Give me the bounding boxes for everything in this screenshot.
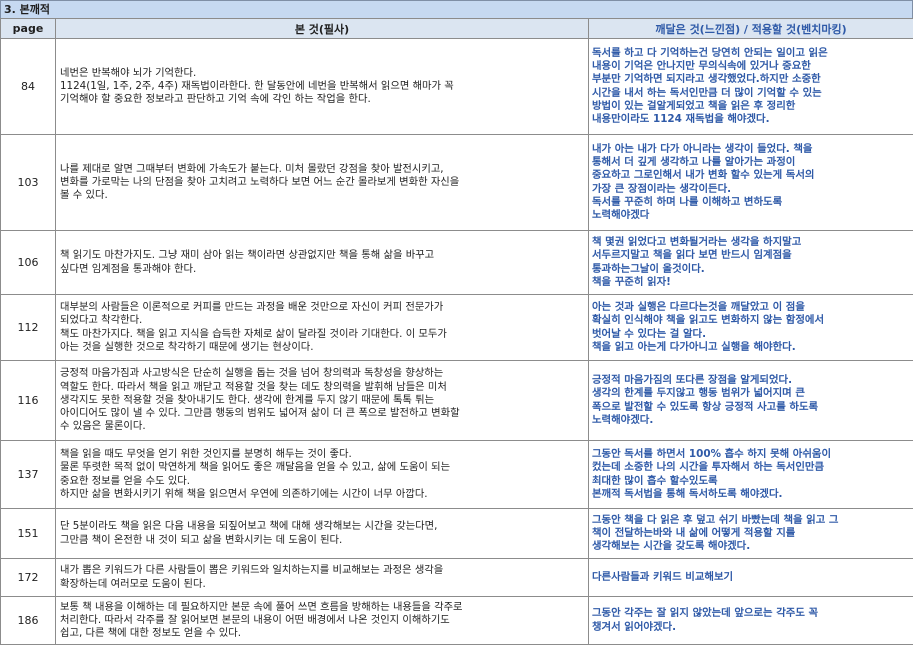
notes-table: page 본 것(필사) 깨달은 것(느낀점) / 적용할 것(벤치마킹) 84… xyxy=(0,18,913,645)
quote-text: 네번은 반복해야 뇌가 기억한다. 1124(1일, 1주, 2주, 4주) 재… xyxy=(55,38,589,135)
table-row: 151 단 5분이라도 책을 읽은 다음 내용을 되짚어보고 책에 대해 생각해… xyxy=(0,508,913,559)
table-row: 172 내가 뽑은 키워드가 다른 사람들이 뽑은 키워드와 일치하는지를 비교… xyxy=(0,558,913,597)
page-number: 151 xyxy=(0,508,56,559)
reflection-text: 독서를 하고 다 기억하는건 당연히 안되는 일이고 읽은 내용이 기억은 안나… xyxy=(588,38,913,135)
reflection-text: 내가 아는 내가 다가 아니라는 생각이 들었다. 책을 통해서 더 깊게 생각… xyxy=(588,134,913,231)
quote-text: 보통 책 내용을 이해하는 데 필요하지만 본문 속에 풀어 쓰면 흐름을 방해… xyxy=(55,596,589,645)
table-row: 103 나를 제대로 알면 그때부터 변화에 가속도가 붙는다. 미처 몰랐던 … xyxy=(0,134,913,231)
table-row: 106 책 읽기도 마찬가지도. 그냥 재미 삼아 읽는 책이라면 상관없지만 … xyxy=(0,230,913,295)
page-number: 186 xyxy=(0,596,56,645)
table-row: 84 네번은 반복해야 뇌가 기억한다. 1124(1일, 1주, 2주, 4주… xyxy=(0,38,913,135)
header-quote: 본 것(필사) xyxy=(55,18,589,39)
page-number: 112 xyxy=(0,294,56,361)
reflection-text: 그동안 책을 다 읽은 후 덮고 쉬기 바빴는데 책을 읽고 그 책이 전달하는… xyxy=(588,508,913,559)
page-number: 137 xyxy=(0,440,56,509)
table-row: 137 책을 읽을 때도 무엇을 얻기 위한 것인지를 분명히 해두는 것이 좋… xyxy=(0,440,913,509)
page-number: 116 xyxy=(0,360,56,441)
section-title: 3. 본깨적 xyxy=(0,0,913,18)
reflection-text: 그동안 각주는 잘 읽지 않았는데 앞으로는 각주도 꼭 챙겨서 읽어야겠다. xyxy=(588,596,913,645)
reflection-text: 다른사람들과 키워드 비교해보기 xyxy=(588,558,913,597)
reading-notes-sheet: 3. 본깨적 page 본 것(필사) 깨달은 것(느낀점) / 적용할 것(벤… xyxy=(0,0,913,646)
table-row: 112 대부분의 사람들은 이론적으로 커피를 만드는 과정을 배운 것만으로 … xyxy=(0,294,913,361)
table-row: 116 긍정적 마음가짐과 사고방식은 단순히 실행을 돕는 것을 넘어 창의력… xyxy=(0,360,913,441)
quote-text: 대부분의 사람들은 이론적으로 커피를 만드는 과정을 배운 것만으로 자신이 … xyxy=(55,294,589,361)
quote-text: 단 5분이라도 책을 읽은 다음 내용을 되짚어보고 책에 대해 생각해보는 시… xyxy=(55,508,589,559)
table-row: 186 보통 책 내용을 이해하는 데 필요하지만 본문 속에 풀어 쓰면 흐름… xyxy=(0,596,913,645)
header-row: page 본 것(필사) 깨달은 것(느낀점) / 적용할 것(벤치마킹) xyxy=(0,18,913,39)
quote-text: 내가 뽑은 키워드가 다른 사람들이 뽑은 키워드와 일치하는지를 비교해보는 … xyxy=(55,558,589,597)
header-page: page xyxy=(0,18,56,39)
quote-text: 긍정적 마음가짐과 사고방식은 단순히 실행을 돕는 것을 넘어 창의력과 독창… xyxy=(55,360,589,441)
quote-text: 책 읽기도 마찬가지도. 그냥 재미 삼아 읽는 책이라면 상관없지만 책을 통… xyxy=(55,230,589,295)
reflection-text: 아는 것과 실행은 다르다는것을 깨달았고 이 점을 확실히 인식해야 책을 읽… xyxy=(588,294,913,361)
reflection-text: 긍정적 마음가짐의 또다른 장점을 알게되었다. 생각의 한계를 두지않고 행동… xyxy=(588,360,913,441)
page-number: 103 xyxy=(0,134,56,231)
quote-text: 책을 읽을 때도 무엇을 얻기 위한 것인지를 분명히 해두는 것이 좋다. 물… xyxy=(55,440,589,509)
header-note: 깨달은 것(느낀점) / 적용할 것(벤치마킹) xyxy=(588,18,913,39)
reflection-text: 그동안 독서를 하면서 100% 흡수 하지 못해 아쉬움이 컸는데 소중한 나… xyxy=(588,440,913,509)
page-number: 106 xyxy=(0,230,56,295)
page-number: 172 xyxy=(0,558,56,597)
reflection-text: 책 몇권 읽었다고 변화될거라는 생각을 하지말고 서두르지말고 책을 읽다 보… xyxy=(588,230,913,295)
quote-text: 나를 제대로 알면 그때부터 변화에 가속도가 붙는다. 미처 몰랐던 강점을 … xyxy=(55,134,589,231)
page-number: 84 xyxy=(0,38,56,135)
